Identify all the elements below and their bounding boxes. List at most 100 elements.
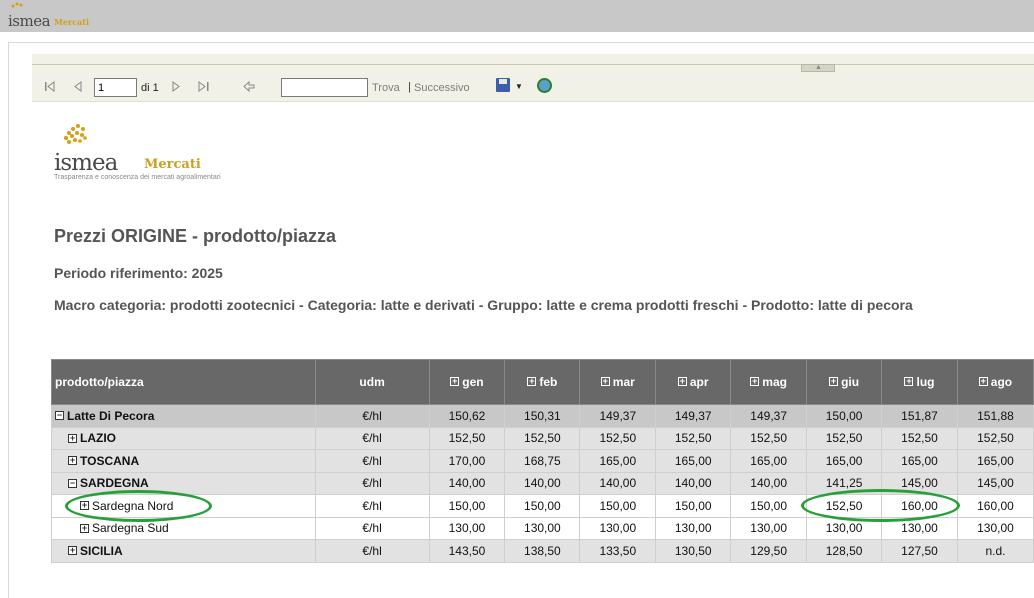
row-label-cell[interactable]: + LAZIO [51, 426, 316, 450]
price-cell: 152,50 [806, 426, 883, 450]
price-cell: 140,00 [428, 471, 506, 495]
price-cell: 165,00 [730, 449, 808, 473]
price-cell: 150,00 [730, 494, 808, 518]
expand-icon[interactable]: + [68, 546, 77, 556]
price-cell: 149,37 [655, 404, 732, 428]
expand-icon[interactable]: + [677, 377, 687, 387]
price-cell: 151,88 [956, 404, 1034, 428]
price-cell: 165,00 [956, 449, 1034, 473]
price-cell: 151,87 [881, 404, 958, 428]
price-cell: 152,50 [956, 426, 1034, 450]
expand-icon[interactable]: + [450, 377, 460, 387]
price-cell: 140,00 [655, 471, 732, 495]
price-cell: 141,25 [806, 471, 883, 495]
price-cell: 130,50 [655, 539, 732, 563]
expand-icon[interactable]: + [829, 377, 839, 387]
expand-icon[interactable]: + [68, 456, 77, 466]
price-cell: 160,00 [881, 494, 958, 518]
page-number-input[interactable] [94, 78, 137, 97]
expand-icon[interactable]: + [68, 433, 77, 443]
table-row: − SARDEGNA €/hl 140,00 140,00 140,00 140,00 140… [51, 471, 1034, 495]
toolbar-separator: | [408, 81, 411, 93]
brand-logo[interactable]: ismea Mercati [8, 2, 89, 30]
expand-icon[interactable]: + [750, 377, 760, 387]
row-label-cell[interactable]: − SARDEGNA [51, 471, 316, 495]
report-category-path: Macro categoria: prodotti zootecnici - C… [54, 297, 913, 313]
price-cell: 150,62 [428, 404, 506, 428]
row-label: TOSCANA [80, 453, 140, 468]
column-header-month[interactable]: + lug [881, 359, 958, 405]
expand-icon[interactable]: + [600, 377, 610, 387]
collapse-icon[interactable]: − [55, 411, 64, 421]
expand-icon[interactable]: + [80, 523, 89, 533]
expand-icon[interactable]: + [527, 377, 537, 387]
column-header-month[interactable]: + apr [655, 359, 732, 405]
udm-cell: €/hl [314, 494, 430, 518]
column-header-product[interactable]: prodotto/piazza [51, 359, 316, 405]
price-cell: 152,50 [806, 494, 883, 518]
export-dropdown-icon[interactable]: ▼ [515, 82, 523, 91]
price-cell: 152,50 [579, 426, 657, 450]
price-cell: 165,00 [579, 449, 657, 473]
price-cell: 170,00 [428, 449, 506, 473]
next-page-icon[interactable] [172, 81, 181, 92]
price-cell: 127,50 [881, 539, 958, 563]
frame-border-left [8, 42, 9, 598]
price-cell: 152,50 [881, 426, 958, 450]
price-cell: 130,00 [956, 516, 1034, 540]
expand-icon[interactable]: + [80, 501, 89, 511]
row-label: Sardegna Sud [92, 521, 169, 536]
price-cell: 129,50 [730, 539, 808, 563]
find-next-link[interactable]: Successivo [414, 82, 470, 94]
price-cell: 130,00 [881, 516, 958, 540]
column-header-month[interactable]: + mag [730, 359, 808, 405]
column-header-udm[interactable]: udm [314, 359, 430, 405]
expand-icon[interactable]: + [904, 377, 914, 387]
save-icon[interactable] [496, 78, 510, 92]
price-cell: 145,00 [881, 471, 958, 495]
row-label-cell[interactable]: + TOSCANA [51, 449, 316, 473]
price-cell: 130,00 [806, 516, 883, 540]
collapse-toolbar-button[interactable]: ▲ [801, 64, 835, 72]
row-label: SICILIA [80, 543, 123, 558]
report-toolbar: ▲ di 1 Trova | Successivo ▼ [32, 54, 1034, 102]
report-title: Prezzi ORIGINE - prodotto/piazza [54, 226, 337, 246]
row-label-cell[interactable]: + Sardegna Sud [51, 516, 316, 540]
price-cell: 133,50 [579, 539, 657, 563]
back-icon[interactable] [243, 81, 255, 92]
logo-mercati: Mercati [144, 157, 201, 172]
table-row: + TOSCANA €/hl 170,00 168,75 165,00 165,00 165,… [51, 449, 1034, 473]
refresh-icon[interactable] [537, 78, 552, 93]
column-header-month[interactable]: + ago [956, 359, 1034, 405]
price-cell: 152,50 [428, 426, 506, 450]
price-cell: 150,00 [806, 404, 883, 428]
price-cell: n.d. [956, 539, 1034, 563]
price-cell: 145,00 [956, 471, 1034, 495]
expand-icon[interactable]: + [978, 377, 988, 387]
first-page-icon[interactable] [44, 81, 55, 92]
column-header-month[interactable]: + gen [428, 359, 506, 405]
row-label-cell[interactable]: − Latte Di Pecora [51, 404, 316, 428]
price-cell: 140,00 [504, 471, 581, 495]
frame-border [8, 42, 1034, 43]
row-label-cell[interactable]: + Sardegna Nord [51, 494, 316, 518]
collapse-icon[interactable]: − [68, 478, 77, 488]
column-header-month[interactable]: + giu [806, 359, 883, 405]
report-viewer: ▲ di 1 Trova | Successivo ▼ [32, 54, 1034, 598]
find-link[interactable]: Trova [372, 82, 400, 94]
row-label-cell[interactable]: + SICILIA [51, 539, 316, 563]
column-header-month[interactable]: + feb [504, 359, 581, 405]
udm-cell: €/hl [314, 404, 430, 428]
column-header-month[interactable]: + mar [579, 359, 657, 405]
logo-tagline: Trasparenza e conoscenza dei mercati agr… [54, 174, 221, 181]
price-cell: 128,50 [806, 539, 883, 563]
price-cell: 130,00 [579, 516, 657, 540]
udm-cell: €/hl [314, 539, 430, 563]
prev-page-icon[interactable] [73, 81, 82, 92]
udm-cell: €/hl [314, 516, 430, 540]
price-cell: 140,00 [579, 471, 657, 495]
price-cell: 150,00 [579, 494, 657, 518]
find-input[interactable] [281, 78, 368, 97]
row-label: Latte Di Pecora [67, 408, 155, 423]
last-page-icon[interactable] [198, 81, 210, 92]
